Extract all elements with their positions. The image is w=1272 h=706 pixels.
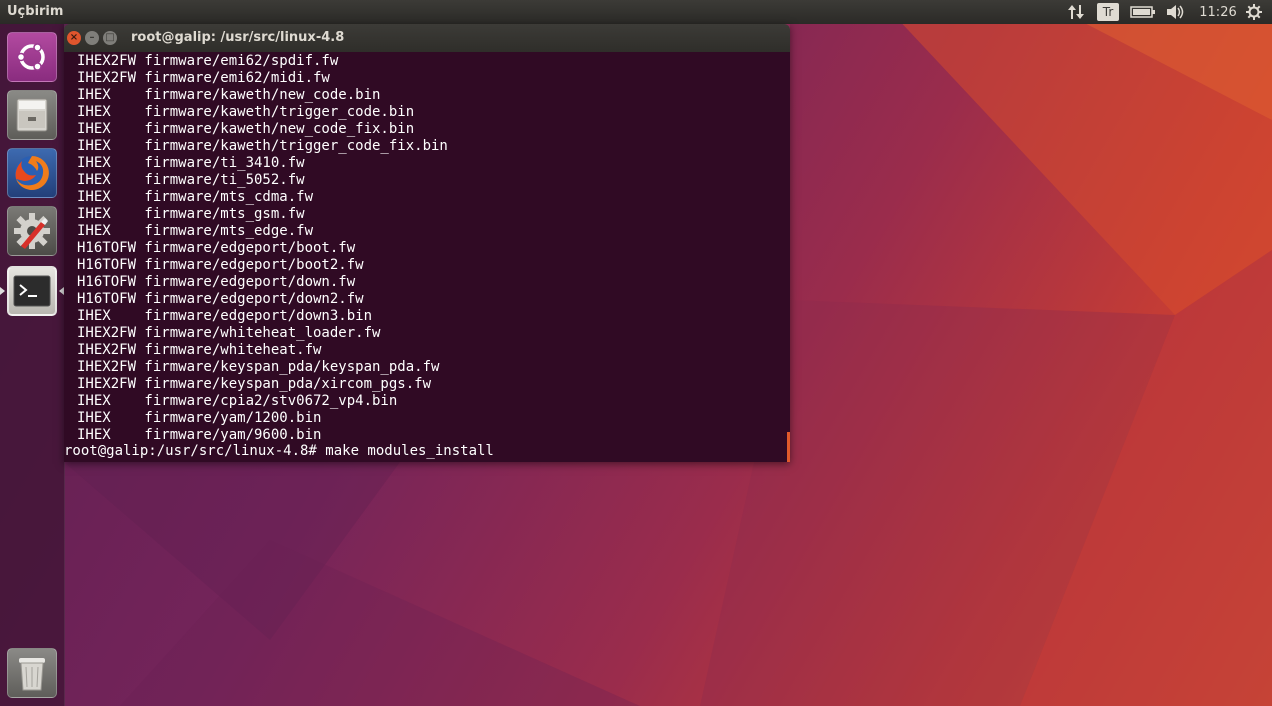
output-line: IHEX firmware/cpia2/stv0672_vp4.bin — [77, 393, 398, 409]
keyboard-layout-label: Tr — [1102, 5, 1114, 19]
keyboard-layout-indicator[interactable]: Tr — [1097, 3, 1119, 21]
terminal-output[interactable]: IHEX2FW firmware/emi62/spdif.fw IHEX2FW … — [64, 52, 790, 462]
output-line: IHEX2FW firmware/keyspan_pda/keyspan_pda… — [77, 359, 440, 375]
output-line: H16TOFW firmware/edgeport/down.fw — [77, 274, 356, 290]
output-line: IHEX2FW firmware/whiteheat.fw — [77, 342, 322, 358]
minimize-button[interactable]: – — [85, 31, 99, 45]
active-app-title: Uçbirim — [7, 4, 64, 19]
output-line: IHEX firmware/yam/1200.bin — [77, 410, 322, 426]
launcher — [0, 24, 65, 706]
output-line: H16TOFW firmware/edgeport/boot2.fw — [77, 257, 364, 273]
top-panel: Uçbirim Tr 11:26 — [0, 0, 1272, 24]
terminal-icon — [13, 275, 51, 307]
output-line: H16TOFW firmware/edgeport/boot.fw — [77, 240, 356, 256]
output-line: IHEX firmware/ti_3410.fw — [77, 155, 305, 171]
terminal-window[interactable]: × – □ root@galip: /usr/src/linux-4.8 IHE… — [64, 24, 790, 462]
network-arrows-icon[interactable] — [1066, 3, 1086, 21]
output-line: IHEX2FW firmware/keyspan_pda/xircom_pgs.… — [77, 376, 432, 392]
running-indicator-left — [0, 287, 5, 295]
command-prompt[interactable]: root@galip:/usr/src/linux-4.8# make modu… — [64, 443, 494, 460]
scrollbar-indicator[interactable] — [787, 432, 790, 462]
firefox-icon — [15, 156, 49, 190]
output-line: IHEX2FW firmware/emi62/midi.fw — [77, 70, 330, 86]
launcher-item-settings[interactable] — [7, 206, 57, 256]
output-line: IHEX firmware/mts_edge.fw — [77, 223, 314, 239]
file-cabinet-icon — [16, 98, 48, 132]
launcher-item-terminal[interactable] — [7, 266, 57, 316]
trash-icon — [19, 658, 45, 691]
launcher-item-trash[interactable] — [7, 648, 57, 698]
clock[interactable]: 11:26 — [1199, 3, 1237, 21]
output-line: IHEX firmware/kaweth/new_code.bin — [77, 87, 381, 103]
output-line: IHEX2FW firmware/whiteheat_loader.fw — [77, 325, 381, 341]
launcher-item-files[interactable] — [7, 90, 57, 140]
volume-icon[interactable] — [1165, 3, 1187, 21]
close-button[interactable]: × — [67, 31, 81, 45]
terminal-title: root@galip: /usr/src/linux-4.8 — [131, 30, 345, 45]
terminal-titlebar[interactable]: × – □ root@galip: /usr/src/linux-4.8 — [64, 24, 790, 52]
output-line: IHEX firmware/kaweth/trigger_code_fix.bi… — [77, 138, 448, 154]
power-gear-icon[interactable] — [1244, 3, 1264, 21]
output-line: IHEX firmware/mts_cdma.fw — [77, 189, 314, 205]
output-line: IHEX firmware/mts_gsm.fw — [77, 206, 305, 222]
launcher-item-dash[interactable] — [7, 32, 57, 82]
output-line: IHEX firmware/kaweth/trigger_code.bin — [77, 104, 415, 120]
output-line: IHEX firmware/ti_5052.fw — [77, 172, 305, 188]
output-line: IHEX firmware/yam/9600.bin — [77, 427, 322, 443]
launcher-item-firefox[interactable] — [7, 148, 57, 198]
output-line: IHEX2FW firmware/emi62/spdif.fw — [77, 53, 339, 69]
maximize-button[interactable]: □ — [103, 31, 117, 45]
settings-icon — [14, 213, 50, 249]
ubuntu-logo-icon — [16, 43, 45, 71]
battery-icon[interactable] — [1129, 3, 1157, 21]
output-line: IHEX firmware/kaweth/new_code_fix.bin — [77, 121, 415, 137]
output-line: H16TOFW firmware/edgeport/down2.fw — [77, 291, 364, 307]
output-line: IHEX firmware/edgeport/down3.bin — [77, 308, 373, 324]
